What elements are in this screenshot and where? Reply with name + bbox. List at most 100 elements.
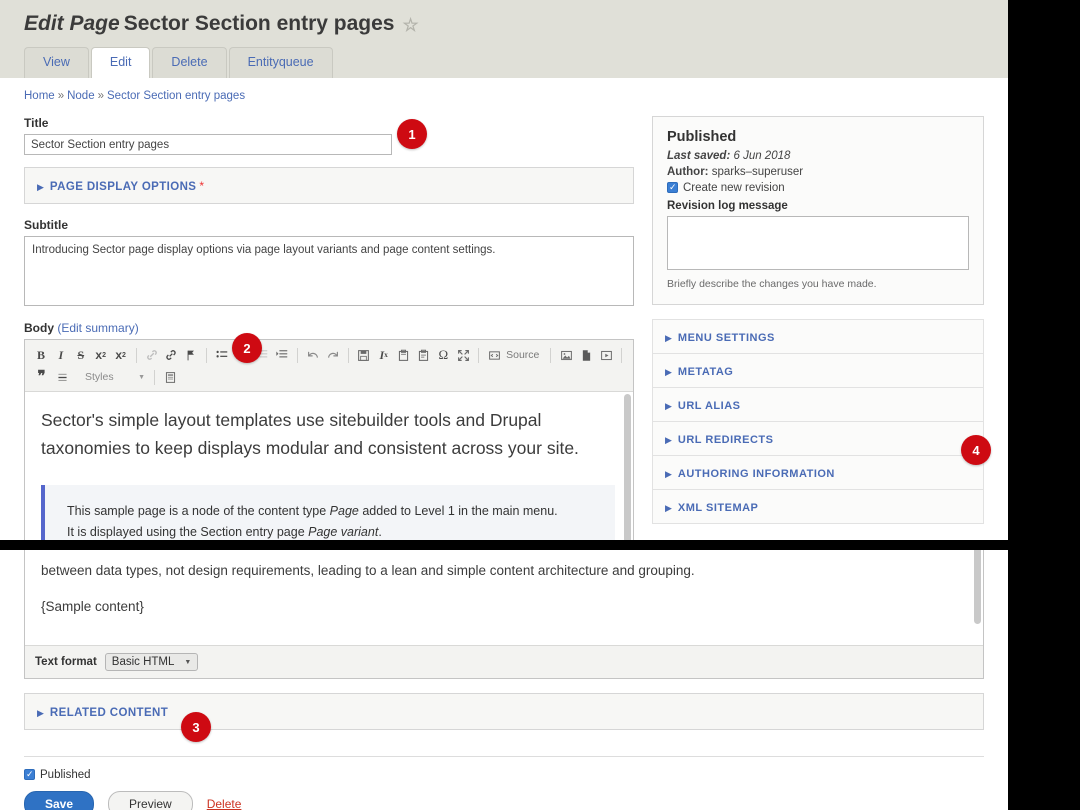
toolbar-separator-7	[621, 347, 623, 363]
callout-badge-4: 4	[961, 435, 991, 465]
editor-body[interactable]: Sector's simple layout templates use sit…	[25, 392, 633, 540]
link-icon[interactable]	[161, 345, 181, 365]
bulleted-list-icon[interactable]	[212, 345, 232, 365]
superscript-icon[interactable]: x2	[91, 345, 111, 365]
special-character-icon[interactable]: Ω	[433, 345, 453, 365]
file-icon[interactable]	[576, 345, 596, 365]
editor-body-continued[interactable]: between data types, not design requireme…	[25, 550, 983, 645]
sidebar-item-metatag[interactable]: ▶ METATAG	[652, 354, 984, 388]
edit-summary-link[interactable]: (Edit summary)	[57, 321, 138, 335]
tab-view[interactable]: View	[24, 47, 89, 78]
body-editor: B I S x2 x2 I x Ω Source ❞ Styles ▼ Sect…	[24, 339, 634, 540]
editor-toolbar-row-1: B I S x2 x2 I x Ω Source	[31, 344, 627, 366]
editor-footer: Text format Basic HTML ▼	[25, 645, 983, 678]
callout-badge-1: 1	[397, 119, 427, 149]
required-asterisk: *	[199, 179, 205, 193]
author-row: Author: sparks–superuser	[667, 166, 969, 178]
blockquote-line-2-b: .	[378, 525, 382, 540]
maximize-icon[interactable]	[453, 345, 473, 365]
chevron-right-icon: ▶	[37, 708, 44, 718]
tab-edit[interactable]: Edit	[90, 47, 151, 78]
editor-blockquote: This sample page is a node of the conten…	[41, 484, 615, 540]
video-icon[interactable]	[596, 345, 616, 365]
breadcrumb-separator: »	[57, 90, 65, 102]
preview-button[interactable]: Preview	[108, 791, 193, 810]
toolbar-separator-8	[154, 369, 155, 385]
delete-link[interactable]: Delete	[207, 797, 242, 810]
undo-icon[interactable]	[303, 345, 323, 365]
sidebar-item-authoring-information[interactable]: ▶ AUTHORING INFORMATION	[652, 456, 984, 490]
title-field-label: Title	[24, 116, 49, 130]
related-content-label: RELATED CONTENT	[49, 707, 169, 719]
publish-status-panel: Published Last saved: 6 Jun 2018 Author:…	[652, 116, 984, 305]
strikethrough-icon[interactable]: S	[71, 345, 91, 365]
screenshot-fragment-top: Edit Page Sector Section entry pages ☆ Vie…	[0, 0, 1008, 540]
breadcrumb-separator-2: »	[97, 90, 104, 102]
create-revision-row[interactable]: Create new revision	[667, 181, 969, 194]
chevron-right-icon: ▶	[37, 182, 44, 192]
subtitle-textarea[interactable]: Introducing Sector page display options …	[24, 236, 634, 306]
styles-dropdown[interactable]: Styles ▼	[81, 368, 149, 386]
main-content: Title ▶ PAGE DISPLAY OPTIONS* Subtitle In…	[0, 102, 1008, 540]
sidebar-item-xml-sitemap[interactable]: ▶ XML SITEMAP	[652, 490, 984, 524]
chevron-right-icon: ▶	[665, 401, 672, 411]
page-title: Edit Page Sector Section entry pages ☆	[24, 12, 419, 36]
editor-scrollbar[interactable]	[624, 394, 631, 540]
breadcrumb-home[interactable]: Home	[24, 90, 55, 102]
bold-icon[interactable]: B	[31, 345, 51, 365]
tab-delete[interactable]: Delete	[152, 47, 227, 78]
revision-log-textarea[interactable]	[667, 216, 969, 270]
indent-icon[interactable]	[272, 345, 292, 365]
blockquote-line-1-a: This sample page is a node of the conten…	[67, 503, 330, 518]
paste-icon[interactable]	[394, 345, 414, 365]
sidebar-item-url-redirects[interactable]: ▶ URL REDIRECTS	[652, 422, 984, 456]
anchor-icon[interactable]	[181, 345, 201, 365]
sidebar-item-label: URL ALIAS	[677, 400, 741, 412]
sidebar-item-url-alias[interactable]: ▶ URL ALIAS	[652, 388, 984, 422]
styles-dropdown-label: Styles	[85, 371, 114, 383]
text-format-label: Text format	[35, 656, 97, 668]
source-label[interactable]: Source	[506, 349, 539, 361]
editor-scrollbar-continued[interactable]	[974, 550, 981, 624]
image-icon[interactable]	[556, 345, 576, 365]
remove-format-icon[interactable]: Ix	[374, 345, 394, 365]
sidebar-item-label: METATAG	[677, 366, 734, 378]
horizontal-rule-icon[interactable]	[52, 367, 73, 387]
published-checkbox-row[interactable]: Published	[24, 768, 984, 781]
breadcrumb-current[interactable]: Sector Section entry pages	[107, 90, 245, 102]
italic-icon[interactable]: I	[51, 345, 71, 365]
star-outline-icon[interactable]: ☆	[402, 16, 418, 34]
last-saved-label: Last saved:	[667, 150, 731, 162]
toolbar-separator-2	[206, 347, 208, 363]
published-checkbox[interactable]	[24, 768, 35, 780]
body-field-label: Body (Edit summary)	[24, 321, 139, 335]
source-icon[interactable]	[484, 345, 504, 365]
paste-text-icon[interactable]	[413, 345, 433, 365]
form-actions: Save Preview Delete	[24, 791, 984, 810]
toolbar-separator-3	[296, 347, 298, 363]
blockquote-line-1: This sample page is a node of the conten…	[67, 501, 599, 523]
sidebar-accordion: ▶ MENU SETTINGS ▶ METATAG ▶ URL ALIAS ▶ URL …	[652, 319, 984, 524]
editor-sample-content: {Sample content}	[41, 598, 144, 614]
sidebar-item-menu-settings[interactable]: ▶ MENU SETTINGS	[652, 319, 984, 354]
text-format-select[interactable]: Basic HTML ▼	[104, 653, 199, 671]
page-display-options-fieldset[interactable]: ▶ PAGE DISPLAY OPTIONS *	[24, 167, 634, 204]
blockquote-line-1-em: Page	[329, 503, 359, 518]
save-snippet-icon[interactable]	[354, 345, 374, 365]
breadcrumb-node[interactable]: Node	[67, 90, 95, 102]
toolbar-separator-4	[347, 347, 349, 363]
sidebar-item-label: MENU SETTINGS	[677, 332, 775, 344]
save-button[interactable]: Save	[24, 791, 95, 810]
unlink-icon[interactable]	[142, 345, 162, 365]
blockquote-line-2: It is displayed using the Section entry …	[67, 522, 599, 540]
title-input[interactable]	[24, 134, 392, 155]
text-format-value: Basic HTML	[111, 656, 175, 668]
template-icon[interactable]	[160, 367, 181, 387]
tab-entityqueue[interactable]: Entityqueue	[228, 47, 333, 78]
blockquote-icon[interactable]: ❞	[31, 367, 52, 387]
last-saved-value: 6 Jun 2018	[733, 150, 791, 162]
subscript-icon[interactable]: x2	[111, 345, 131, 365]
create-revision-checkbox[interactable]	[667, 181, 678, 193]
related-content-fieldset[interactable]: ▶ RELATED CONTENT	[24, 693, 984, 730]
redo-icon[interactable]	[323, 345, 343, 365]
